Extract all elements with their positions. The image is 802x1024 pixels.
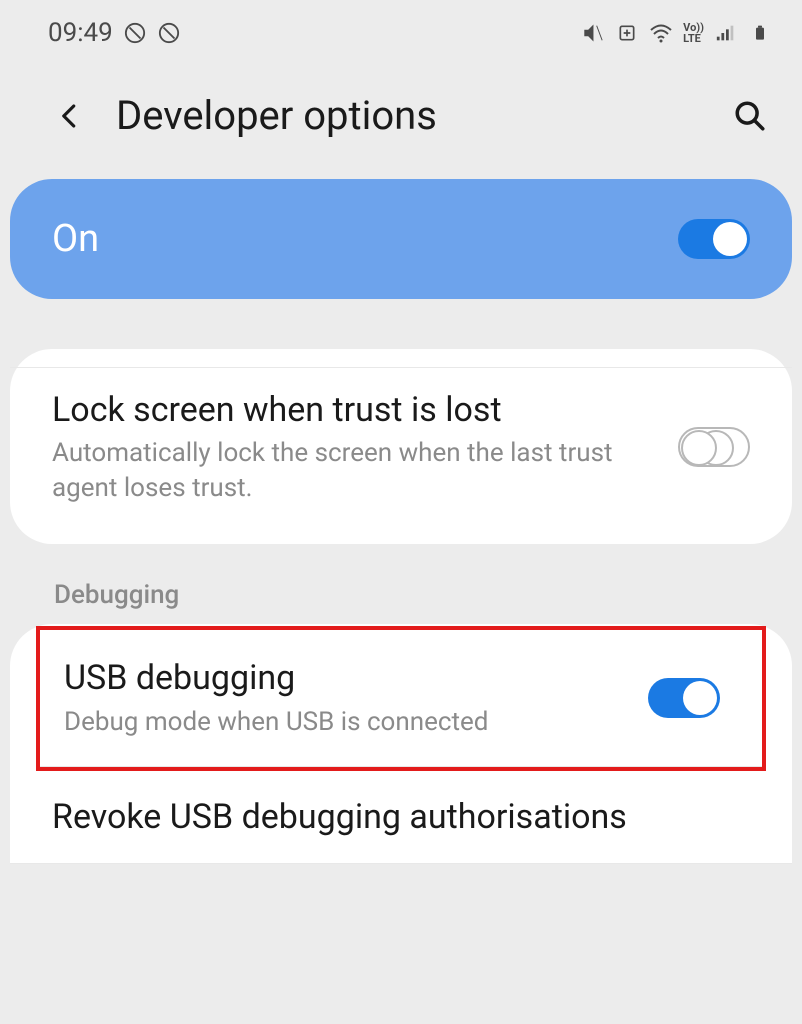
setting-row-lock-screen-trust[interactable]: Lock screen when trust is lost Automatic…: [10, 367, 792, 526]
page-title: Developer options: [116, 92, 728, 139]
master-toggle-label: On: [52, 217, 99, 261]
settings-card-trust: Lock screen when trust is lost Automatic…: [10, 349, 792, 544]
back-button[interactable]: [50, 96, 90, 136]
search-button[interactable]: [728, 94, 772, 138]
status-time: 09:49: [48, 18, 113, 48]
settings-card-debugging: USB debugging Debug mode when USB is con…: [10, 624, 792, 863]
app-header: Developer options: [0, 60, 802, 179]
master-toggle-row[interactable]: On: [10, 179, 792, 299]
setting-text: Lock screen when trust is lost Automatic…: [52, 388, 678, 506]
volte-icon: Vo))LTE: [683, 22, 704, 44]
app-icon-1: [123, 21, 147, 45]
section-header-debugging: Debugging: [0, 544, 802, 624]
lock-screen-toggle-switch[interactable]: [678, 427, 750, 467]
setting-subtitle-lock-screen: Automatically lock the screen when the l…: [52, 436, 658, 506]
setting-row-revoke-usb[interactable]: Revoke USB debugging authorisations: [10, 771, 792, 864]
setting-subtitle-usb-debugging: Debug mode when USB is connected: [64, 705, 628, 740]
signal-icon: [714, 21, 738, 45]
mute-vibrate-icon: [581, 21, 605, 45]
highlight-usb-debugging: USB debugging Debug mode when USB is con…: [36, 626, 766, 770]
app-icon-2: [157, 21, 181, 45]
battery-icon: [748, 21, 772, 45]
status-bar-left: 09:49: [48, 18, 181, 48]
usb-debugging-toggle-switch[interactable]: [648, 678, 720, 718]
setting-title-lock-screen: Lock screen when trust is lost: [52, 388, 658, 432]
search-icon: [733, 99, 767, 133]
status-bar-right: Vo))LTE: [581, 21, 772, 45]
wifi-icon: [649, 21, 673, 45]
chevron-left-icon: [55, 101, 85, 131]
setting-row-usb-debugging[interactable]: USB debugging Debug mode when USB is con…: [40, 630, 762, 766]
setting-title-revoke-usb: Revoke USB debugging authorisations: [52, 795, 750, 839]
setting-title-usb-debugging: USB debugging: [64, 656, 628, 700]
master-toggle-switch[interactable]: [678, 219, 750, 259]
setting-text: USB debugging Debug mode when USB is con…: [64, 656, 648, 739]
data-saver-icon: [615, 21, 639, 45]
status-bar: 09:49 Vo))LTE: [0, 0, 802, 60]
